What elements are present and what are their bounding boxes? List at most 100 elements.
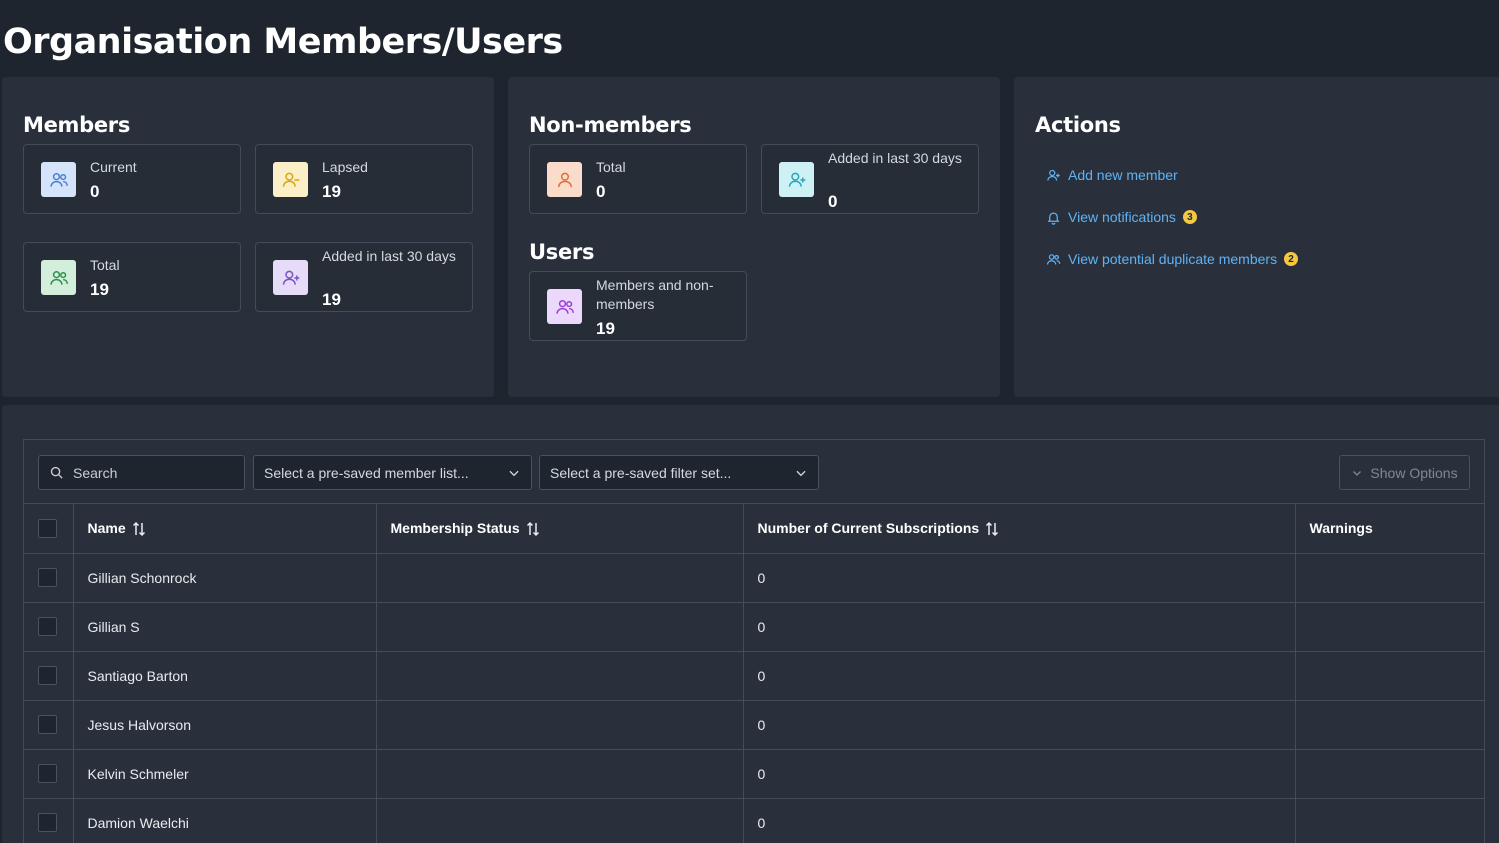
warnings-cell xyxy=(1295,798,1484,843)
view-notifications-link[interactable]: View notifications 3 xyxy=(1046,209,1197,225)
table-row[interactable]: Gillian S 0 xyxy=(24,602,1484,652)
notification-count-badge: 3 xyxy=(1182,210,1197,224)
chevron-down-icon xyxy=(509,470,519,477)
filter-set-select-placeholder: Select a pre-saved filter set... xyxy=(550,464,732,481)
warnings-cell xyxy=(1295,553,1484,603)
members-table-panel: Select a pre-saved member list... Select… xyxy=(2,405,1499,843)
subscriptions-cell: 0 xyxy=(743,749,1296,799)
subscriptions-cell: 0 xyxy=(743,700,1296,750)
stat-label: Current xyxy=(90,159,137,175)
stat-label: Added in last 30 days xyxy=(828,150,962,166)
show-options-label: Show Options xyxy=(1370,464,1458,481)
member-name-cell[interactable]: Jesus Halvorson xyxy=(73,700,377,750)
action-label: View potential duplicate members xyxy=(1068,251,1278,267)
view-duplicate-members-link[interactable]: View potential duplicate members 2 xyxy=(1046,251,1299,267)
table-row[interactable]: Santiago Barton 0 xyxy=(24,651,1484,701)
stat-label: Added in last 30 days xyxy=(322,248,456,264)
stat-value: 0 xyxy=(828,192,838,211)
stat-card-total-nonmembers: Total 0 xyxy=(529,144,747,214)
user-minus-icon xyxy=(273,162,308,197)
add-new-member-link[interactable]: Add new member xyxy=(1046,167,1178,183)
page-title: Organisation Members/Users xyxy=(3,22,563,62)
filter-set-select[interactable]: Select a pre-saved filter set... xyxy=(539,455,819,490)
user-icon xyxy=(547,162,582,197)
member-name-cell[interactable]: Santiago Barton xyxy=(73,651,377,701)
users-icon xyxy=(41,162,76,197)
membership-status-cell xyxy=(376,798,744,843)
column-header-label: Membership Status xyxy=(390,519,520,536)
stat-card-all-users: Members and non-members 19 xyxy=(529,271,747,341)
column-header-label: Warnings xyxy=(1309,520,1373,537)
users-icon xyxy=(1046,253,1061,265)
row-select-cell xyxy=(24,798,74,843)
show-options-button[interactable]: Show Options xyxy=(1339,455,1470,490)
member-name-cell[interactable]: Damion Waelchi xyxy=(73,798,377,843)
stat-label: Total xyxy=(90,257,120,273)
user-plus-icon xyxy=(273,260,308,295)
stat-value: 0 xyxy=(90,182,100,201)
row-checkbox[interactable] xyxy=(38,666,57,685)
table-row[interactable]: Gillian Schonrock 0 xyxy=(24,553,1484,603)
warnings-cell xyxy=(1295,651,1484,701)
membership-status-cell xyxy=(376,700,744,750)
column-header-subscriptions[interactable]: Number of Current Subscriptions xyxy=(743,504,1296,554)
user-plus-icon xyxy=(779,162,814,197)
member-name-cell[interactable]: Gillian S xyxy=(73,602,377,652)
members-panel: Members Current 0 Lapsed 19 Total 19 Add… xyxy=(2,77,494,397)
chevron-down-icon xyxy=(796,470,806,477)
warnings-cell xyxy=(1295,602,1484,652)
stat-label: Members and non-members xyxy=(596,277,714,312)
row-checkbox[interactable] xyxy=(38,715,57,734)
subscriptions-cell: 0 xyxy=(743,553,1296,603)
column-header-name[interactable]: Name xyxy=(73,504,377,554)
users-heading: Users xyxy=(529,240,595,264)
sort-icon[interactable] xyxy=(526,521,540,537)
member-name-cell[interactable]: Gillian Schonrock xyxy=(73,553,377,603)
subscriptions-cell: 0 xyxy=(743,602,1296,652)
membership-status-cell xyxy=(376,602,744,652)
search-input[interactable] xyxy=(73,464,233,481)
stat-value: 19 xyxy=(596,319,615,338)
subscriptions-cell: 0 xyxy=(743,651,1296,701)
users-icon xyxy=(547,289,582,324)
action-label: Add new member xyxy=(1068,167,1178,183)
stat-card-added-members: Added in last 30 days 19 xyxy=(255,242,473,312)
column-header-membership-status[interactable]: Membership Status xyxy=(376,504,744,554)
search-field[interactable] xyxy=(38,455,245,490)
subscriptions-cell: 0 xyxy=(743,798,1296,843)
row-checkbox[interactable] xyxy=(38,617,57,636)
sort-icon[interactable] xyxy=(985,521,999,537)
stat-value: 19 xyxy=(322,290,341,309)
row-checkbox[interactable] xyxy=(38,813,57,832)
row-select-cell xyxy=(24,651,74,701)
member-list-select[interactable]: Select a pre-saved member list... xyxy=(253,455,532,490)
column-header-label: Name xyxy=(87,519,126,536)
warnings-cell xyxy=(1295,700,1484,750)
user-plus-icon xyxy=(1047,169,1060,181)
table-row[interactable]: Jesus Halvorson 0 xyxy=(24,700,1484,750)
nonmembers-heading: Non-members xyxy=(529,113,692,137)
row-checkbox[interactable] xyxy=(38,568,57,587)
action-label: View notifications xyxy=(1068,209,1176,225)
stat-card-current-members: Current 0 xyxy=(23,144,241,214)
stat-card-total-members: Total 19 xyxy=(23,242,241,312)
actions-heading: Actions xyxy=(1035,113,1121,137)
sort-icon[interactable] xyxy=(132,521,146,537)
row-select-cell xyxy=(24,602,74,652)
nonmembers-panel: Non-members Total 0 Added in last 30 day… xyxy=(508,77,1000,397)
stat-card-added-nonmembers: Added in last 30 days 0 xyxy=(761,144,979,214)
members-table: Select a pre-saved member list... Select… xyxy=(23,439,1485,843)
table-row[interactable]: Damion Waelchi 0 xyxy=(24,798,1484,843)
stat-label: Lapsed xyxy=(322,159,368,175)
table-row[interactable]: Kelvin Schmeler 0 xyxy=(24,749,1484,799)
member-name-cell[interactable]: Kelvin Schmeler xyxy=(73,749,377,799)
stat-value: 19 xyxy=(322,182,341,201)
warnings-cell xyxy=(1295,749,1484,799)
row-checkbox[interactable] xyxy=(38,764,57,783)
column-header-warnings: Warnings xyxy=(1295,504,1484,554)
select-all-checkbox[interactable] xyxy=(38,518,57,538)
membership-status-cell xyxy=(376,553,744,603)
search-icon xyxy=(50,466,63,479)
chevron-down-icon xyxy=(1353,470,1362,476)
duplicate-count-badge: 2 xyxy=(1284,252,1299,266)
